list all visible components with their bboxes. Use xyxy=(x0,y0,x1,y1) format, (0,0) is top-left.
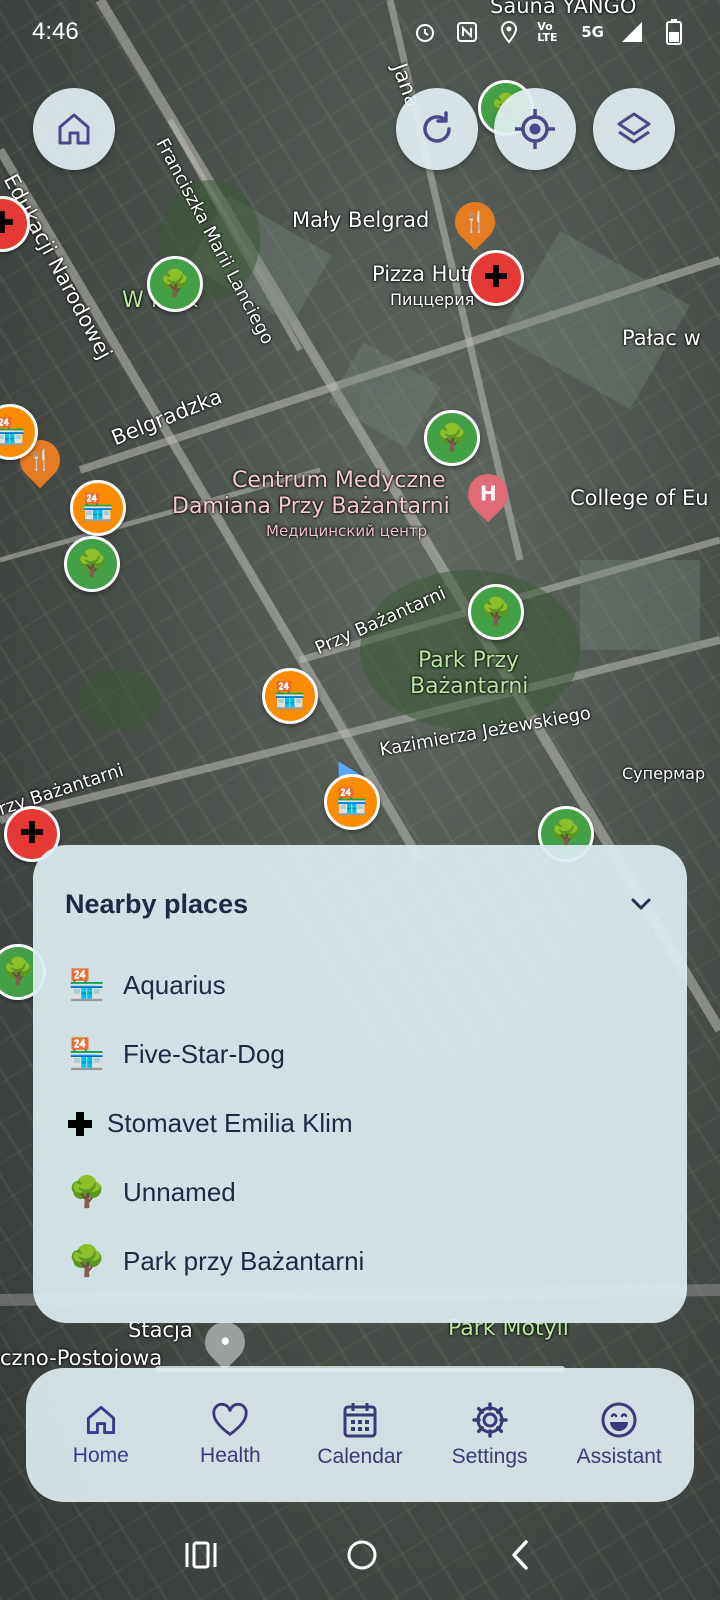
map-label-centrum-1: Centrum Medyczne xyxy=(232,468,446,493)
chevron-down-icon[interactable] xyxy=(627,890,655,918)
tree-icon: 🌳 xyxy=(479,597,513,627)
map-label-maly-belgrad: Mały Belgrad xyxy=(292,208,430,232)
calendar-icon xyxy=(343,1403,377,1438)
nearby-place-item[interactable]: Stomavet Emilia Klim xyxy=(65,1089,655,1158)
map-view[interactable]: Sauna YANGO Edukacji Narodowej Franciszk… xyxy=(0,0,720,1600)
convenience-store-icon: 🏪 xyxy=(81,493,115,523)
nav-home[interactable]: Home xyxy=(38,1402,163,1468)
network-type: 5G xyxy=(581,23,604,41)
home-circle-icon[interactable] xyxy=(345,1538,379,1572)
nav-health[interactable]: Health xyxy=(168,1402,293,1468)
nav-label: Assistant xyxy=(576,1445,662,1468)
back-icon[interactable] xyxy=(506,1538,536,1572)
map-label-pizza-ru: Пиццерия xyxy=(390,290,475,309)
tree-icon: 🌳 xyxy=(75,549,109,579)
nav-label: Health xyxy=(200,1444,261,1467)
store-marker[interactable]: 🏪 xyxy=(70,480,126,536)
status-time: 4:46 xyxy=(32,18,79,45)
convenience-store-icon: 🏪 xyxy=(68,1038,106,1071)
map-label-postojowa: czno-Postojowa xyxy=(0,1346,163,1370)
tree-icon: 🌳 xyxy=(435,423,469,453)
map-label-college: College of Eu xyxy=(570,486,709,510)
nearby-place-name: Five-Star-Dog xyxy=(123,1039,285,1069)
tree-icon: 🌳 xyxy=(1,957,35,987)
tree-icon: 🌳 xyxy=(68,1176,106,1209)
nfc-icon xyxy=(453,18,481,46)
map-label-pizza-hut: Pizza Hut xyxy=(372,262,469,286)
store-marker[interactable]: 🏪 xyxy=(324,774,380,830)
nearby-places-list: 🏪 Aquarius 🏪 Five-Star-Dog Stomavet Emil… xyxy=(65,951,655,1296)
heart-icon xyxy=(212,1402,248,1436)
park-marker[interactable]: 🌳 xyxy=(424,410,480,466)
status-icons: Vo LTE 5G xyxy=(411,18,688,46)
medical-cross-icon: ✚ xyxy=(483,260,509,295)
system-navigation-bar xyxy=(0,1510,720,1600)
nav-settings[interactable]: Settings xyxy=(427,1401,552,1469)
refresh-button[interactable] xyxy=(396,88,478,170)
park-marker[interactable]: 🌳 xyxy=(468,584,524,640)
map-label-park-przy-1: Park Przy xyxy=(418,648,520,673)
bottom-navigation: Home Health Calendar Settings Assistant xyxy=(26,1368,694,1502)
veterinary-marker[interactable]: ✚ xyxy=(468,250,524,306)
locate-icon xyxy=(515,109,555,149)
nearby-place-name: Stomavet Emilia Klim xyxy=(107,1108,353,1138)
nearby-place-name: Park przy Bażantarni xyxy=(123,1246,365,1276)
convenience-store-icon: 🏪 xyxy=(0,417,27,447)
map-label-park-przy-2: Bażantarni xyxy=(410,674,529,699)
medical-cross-icon xyxy=(65,1102,95,1146)
refresh-icon xyxy=(423,111,451,143)
tree-icon: 🌳 xyxy=(158,269,192,299)
volte-indicator: Vo LTE xyxy=(537,20,558,44)
medical-cross-icon: ✚ xyxy=(0,206,15,241)
alarm-icon xyxy=(411,18,439,46)
convenience-store-icon: 🏪 xyxy=(68,969,106,1002)
locate-button[interactable] xyxy=(494,88,576,170)
recent-apps-icon[interactable] xyxy=(184,1540,218,1570)
layers-button[interactable] xyxy=(593,88,675,170)
nav-label: Home xyxy=(72,1444,129,1467)
status-bar: 4:46 Vo LTE 5G xyxy=(0,0,720,64)
nearby-place-item[interactable]: 🌳 Park przy Bażantarni xyxy=(65,1227,655,1296)
map-label-palac: Pałac w xyxy=(622,326,701,350)
nav-calendar[interactable]: Calendar xyxy=(297,1401,422,1469)
nearby-place-item[interactable]: 🏪 Aquarius xyxy=(65,951,655,1020)
layers-icon xyxy=(617,112,651,144)
park-marker[interactable]: 🌳 xyxy=(147,256,203,312)
home-icon xyxy=(86,1405,115,1435)
map-label-supermarket: Супермар xyxy=(622,764,706,783)
nav-label: Calendar xyxy=(317,1445,403,1468)
nearby-place-item[interactable]: 🏪 Five-Star-Dog xyxy=(65,1020,655,1089)
store-marker[interactable]: 🏪 xyxy=(262,668,318,724)
battery-icon xyxy=(660,18,688,46)
park-marker[interactable]: 🌳 xyxy=(64,536,120,592)
nearby-places-header[interactable]: Nearby places xyxy=(65,845,655,951)
gear-icon xyxy=(471,1402,508,1438)
home-icon xyxy=(58,113,90,145)
convenience-store-icon: 🏪 xyxy=(335,787,369,817)
tree-icon: 🌳 xyxy=(68,1245,106,1278)
nav-assistant[interactable]: Assistant xyxy=(557,1401,682,1469)
map-label-centrum-ru: Медицинский центр xyxy=(266,522,428,540)
signal-icon xyxy=(618,18,646,46)
nearby-place-item[interactable]: 🌳 Unnamed xyxy=(65,1158,655,1227)
nearby-places-title: Nearby places xyxy=(65,888,249,919)
nearby-places-panel: Nearby places 🏪 Aquarius 🏪 Five-Star-Dog… xyxy=(33,845,687,1323)
nearby-place-name: Aquarius xyxy=(123,970,226,1000)
medical-cross-icon: ✚ xyxy=(19,816,45,851)
location-icon xyxy=(495,18,523,46)
nav-label: Settings xyxy=(451,1445,528,1468)
map-label-centrum-2: Damiana Przy Bażantarni xyxy=(172,494,450,519)
convenience-store-icon: 🏪 xyxy=(273,681,307,711)
home-button[interactable] xyxy=(33,88,115,170)
nearby-place-name: Unnamed xyxy=(123,1177,236,1207)
smiley-icon xyxy=(601,1402,637,1438)
